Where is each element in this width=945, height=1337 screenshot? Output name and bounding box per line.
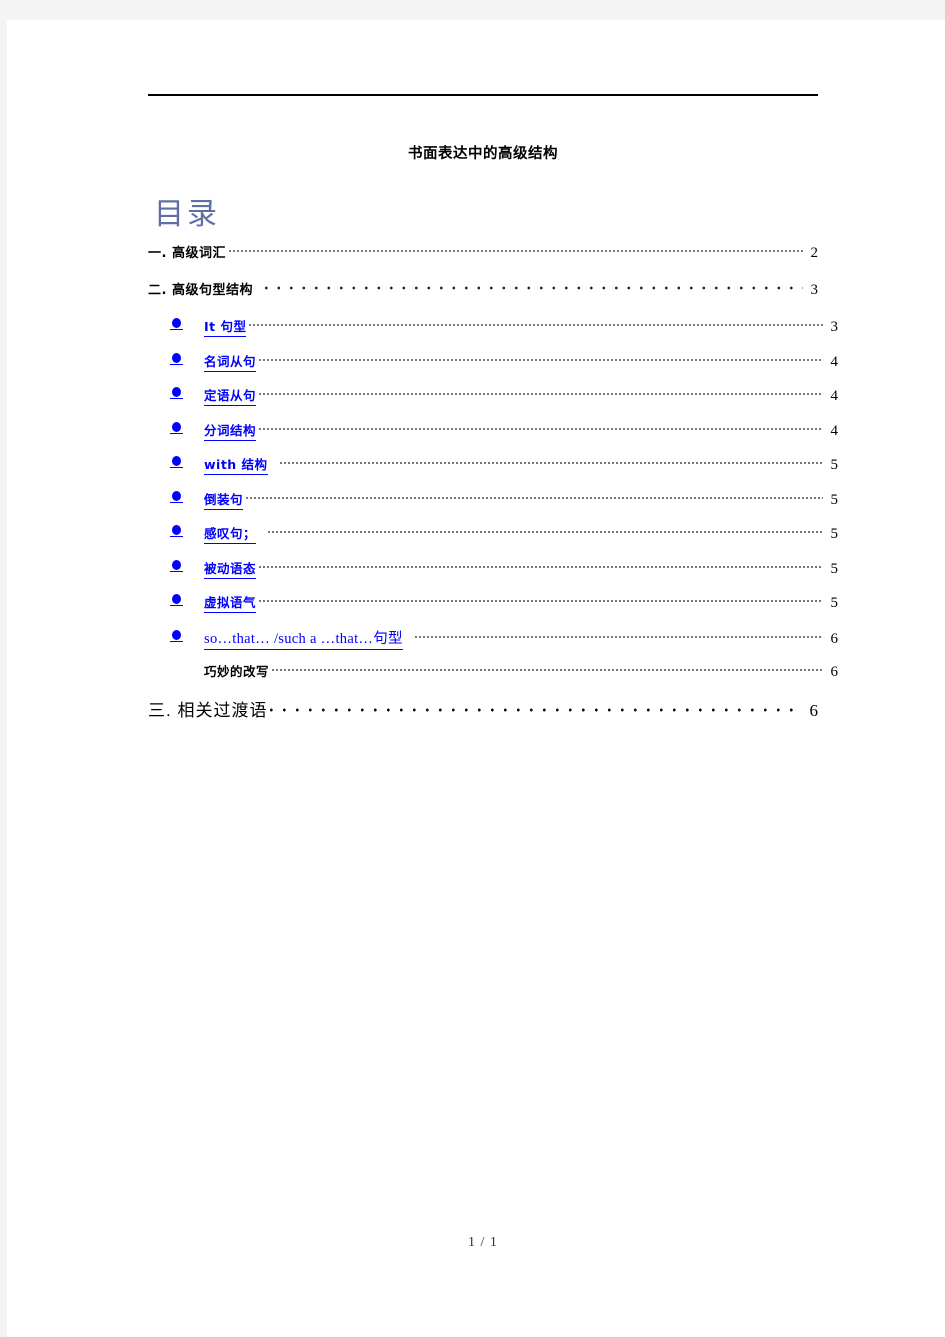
toc-entry-level2[interactable]: 感叹句； 5 <box>148 523 838 558</box>
toc-entry-page: 5 <box>830 491 839 508</box>
toc-entry-page: 4 <box>830 422 839 439</box>
bullet-icon <box>168 387 185 399</box>
toc-entry-page: 2 <box>810 245 819 261</box>
toc-entry-level2[interactable]: with 结构 5 <box>148 454 838 489</box>
toc-entry-level2-plain[interactable]: 巧妙的改写 6 <box>148 661 838 696</box>
page-footer: 1 / 1 <box>468 1235 498 1250</box>
toc-entry-level2[interactable]: 虚拟语气 5 <box>148 592 838 627</box>
toc-entry-page: 6 <box>809 700 819 720</box>
toc-entry-label: 一. 高级词汇 <box>148 246 226 261</box>
toc-leader-dots <box>249 322 823 328</box>
toc-entry-level1[interactable]: 一. 高级词汇 2 <box>148 242 818 279</box>
toc-leader-dots <box>259 426 823 432</box>
document-page: 书面表达中的高级结构 目录 一. 高级词汇 2 二. 高级句型结构 3 It 句… <box>7 20 945 1337</box>
toc-leader-dots <box>272 667 823 673</box>
toc-entry-page: 5 <box>830 457 839 473</box>
toc-entry-page: 3 <box>830 319 839 335</box>
toc-entry-label: 感叹句； <box>204 523 257 544</box>
bullet-icon <box>168 318 185 330</box>
table-of-contents: 一. 高级词汇 2 二. 高级句型结构 3 It 句型 3 名词从句 4 定语从… <box>148 242 838 736</box>
toc-entry-label: 被动语态 <box>204 558 257 579</box>
toc-leader-dots <box>270 707 803 713</box>
toc-entry-level2[interactable]: 倒装句 5 <box>148 489 838 524</box>
toc-entry-label: 三. 相关过渡语 <box>148 700 268 720</box>
toc-entry-page: 6 <box>830 664 839 680</box>
toc-entry-label: 倒装句 <box>204 489 244 510</box>
toc-entry-label: It 句型 <box>204 316 247 337</box>
toc-entry-level2[interactable]: 分词结构 4 <box>148 420 838 455</box>
toc-entry-level2[interactable]: It 句型 3 <box>148 316 838 351</box>
toc-entry-page: 3 <box>810 282 819 298</box>
bullet-icon <box>168 559 185 572</box>
toc-leader-dots <box>259 391 823 397</box>
toc-entry-label: 定语从句 <box>204 385 257 406</box>
toc-leader-dots <box>246 495 823 501</box>
bullet-icon <box>168 456 185 468</box>
toc-entry-page: 5 <box>830 595 839 611</box>
toc-leader-dots <box>229 248 803 254</box>
toc-entry-level2[interactable]: 被动语态 5 <box>148 558 838 593</box>
toc-entry-label: 分词结构 <box>204 420 257 441</box>
table-of-contents-heading: 目录 <box>154 198 220 231</box>
bullet-icon <box>168 490 185 503</box>
toc-entry-page: 6 <box>830 630 839 647</box>
toc-leader-dots <box>415 634 823 640</box>
toc-leader-dots <box>259 564 823 570</box>
toc-entry-level2[interactable]: 名词从句 4 <box>148 351 838 386</box>
toc-entry-label: 虚拟语气 <box>204 592 257 613</box>
bullet-icon <box>168 594 185 606</box>
toc-leader-dots <box>259 357 823 363</box>
bullet-icon <box>168 525 185 537</box>
toc-entry-page: 5 <box>830 526 839 542</box>
toc-entry-page: 5 <box>830 560 839 577</box>
header-rule <box>148 94 818 96</box>
toc-entry-label: 巧妙的改写 <box>204 664 270 679</box>
bullet-icon <box>168 421 185 434</box>
document-title: 书面表达中的高级结构 <box>408 146 558 162</box>
toc-entry-page: 4 <box>830 388 839 404</box>
toc-entry-label: 名词从句 <box>204 351 257 372</box>
toc-leader-dots <box>280 460 823 466</box>
toc-entry-label: so…that… /such a …that…句型 <box>204 627 403 650</box>
toc-entry-level2[interactable]: so…that… /such a …that…句型 6 <box>148 627 838 662</box>
toc-entry-label: with 结构 <box>204 454 268 475</box>
toc-leader-dots <box>268 529 823 535</box>
toc-leader-dots <box>265 285 803 291</box>
toc-entry-label: 二. 高级句型结构 <box>148 283 253 298</box>
toc-entry-page: 4 <box>830 353 839 370</box>
toc-leader-dots <box>259 598 823 604</box>
toc-entry-level2[interactable]: 定语从句 4 <box>148 385 838 420</box>
toc-entry-level1[interactable]: 三. 相关过渡语 6 <box>148 696 818 736</box>
bullet-icon <box>168 629 185 642</box>
toc-entry-level1[interactable]: 二. 高级句型结构 3 <box>148 279 818 316</box>
bullet-icon <box>168 352 185 365</box>
